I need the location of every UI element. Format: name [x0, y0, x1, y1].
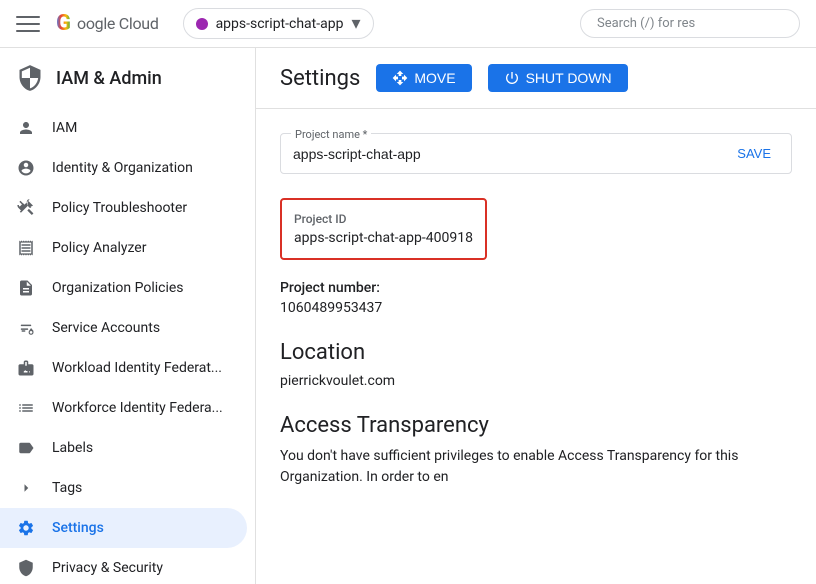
project-id-box: Project ID apps-script-chat-app-400918: [280, 198, 487, 260]
sidebar-item-label: Policy Analyzer: [52, 240, 146, 256]
receipt-icon: [16, 238, 36, 258]
iam-admin-icon: [16, 64, 44, 92]
sidebar-nav: IAM Identity & Organization Policy Troub…: [0, 100, 255, 584]
sidebar-item-tags[interactable]: Tags: [0, 468, 247, 508]
search-placeholder: Search (/) for res: [597, 16, 695, 31]
project-id-value: apps-script-chat-app-400918: [294, 230, 473, 246]
sidebar-item-policy-analyzer[interactable]: Policy Analyzer: [0, 228, 247, 268]
format-list-icon: [16, 398, 36, 418]
content-header: Settings MOVE SHUT DOWN: [256, 48, 816, 109]
location-value: pierrickvoulet.com: [280, 373, 792, 389]
page-title: Settings: [280, 66, 360, 91]
project-id-label: Project ID: [294, 212, 473, 226]
project-number-section: Project number: 1060489953437: [280, 280, 792, 316]
chevron-down-icon: ▾: [351, 13, 360, 34]
account-circle-icon: [16, 158, 36, 178]
project-name-field-group: Project name * SAVE: [280, 133, 792, 174]
arrow-right-icon: [16, 478, 36, 498]
save-label: SAVE: [737, 146, 771, 161]
sidebar-item-label: Privacy & Security: [52, 560, 163, 576]
sidebar-item-label: IAM: [52, 120, 77, 136]
label-icon: [16, 438, 36, 458]
build-icon: [16, 198, 36, 218]
sidebar-item-labels[interactable]: Labels: [0, 428, 247, 468]
sidebar-item-org-policies[interactable]: Organization Policies: [0, 268, 247, 308]
sidebar-title: IAM & Admin: [56, 68, 162, 89]
project-name-label: apps-script-chat-app: [216, 16, 344, 32]
person-icon: [16, 118, 36, 138]
sidebar-item-label: Service Accounts: [52, 320, 160, 336]
description-icon: [16, 278, 36, 298]
sidebar-item-label: Workload Identity Federat...: [52, 360, 222, 376]
move-icon: [392, 70, 408, 86]
project-dot-icon: [196, 18, 208, 30]
sidebar-item-label: Settings: [52, 520, 104, 536]
project-number-label: Project number:: [280, 280, 792, 296]
move-label: MOVE: [414, 70, 455, 86]
sidebar-item-identity-org[interactable]: Identity & Organization: [0, 148, 247, 188]
move-button[interactable]: MOVE: [376, 64, 471, 92]
project-name-field-label: Project name *: [295, 128, 367, 141]
sidebar-item-privacy-security[interactable]: Privacy & Security: [0, 548, 247, 584]
save-button[interactable]: SAVE: [729, 142, 779, 165]
access-transparency-description: You don't have sufficient privileges to …: [280, 446, 792, 488]
sidebar-header: IAM & Admin: [0, 48, 255, 100]
project-name-input[interactable]: [293, 146, 729, 162]
shutdown-button[interactable]: SHUT DOWN: [488, 64, 628, 92]
access-transparency-section: Access Transparency You don't have suffi…: [280, 413, 792, 488]
settings-icon: [16, 518, 36, 538]
search-box[interactable]: Search (/) for res: [580, 9, 800, 38]
privacy-shield-icon: [16, 558, 36, 578]
sidebar-item-workforce-identity[interactable]: Workforce Identity Federa...: [0, 388, 247, 428]
sidebar-item-label: Policy Troubleshooter: [52, 200, 187, 216]
sidebar-item-workload-identity[interactable]: Workload Identity Federat...: [0, 348, 247, 388]
manage-accounts-icon: [16, 318, 36, 338]
shutdown-label: SHUT DOWN: [526, 70, 612, 86]
sidebar-item-policy-troubleshooter[interactable]: Policy Troubleshooter: [0, 188, 247, 228]
location-title: Location: [280, 340, 792, 365]
google-cloud-text: oogle Cloud: [77, 14, 159, 33]
sidebar: IAM & Admin IAM Identity & Organization …: [0, 48, 256, 584]
sidebar-item-label: Organization Policies: [52, 280, 184, 296]
content-area: Settings MOVE SHUT DOWN Project name *: [256, 48, 816, 584]
sidebar-item-iam[interactable]: IAM: [0, 108, 247, 148]
content-body: Project name * SAVE Project ID apps-scri…: [256, 109, 816, 512]
location-section: Location pierrickvoulet.com: [280, 340, 792, 389]
google-g-logo: G: [56, 11, 71, 36]
hamburger-menu[interactable]: [16, 12, 40, 36]
sidebar-item-label: Workforce Identity Federa...: [52, 400, 223, 416]
badge-icon: [16, 358, 36, 378]
project-selector[interactable]: apps-script-chat-app ▾: [183, 8, 374, 39]
topbar: G oogle Cloud apps-script-chat-app ▾ Sea…: [0, 0, 816, 48]
sidebar-item-settings[interactable]: Settings: [0, 508, 247, 548]
main-layout: IAM & Admin IAM Identity & Organization …: [0, 48, 816, 584]
sidebar-item-service-accounts[interactable]: Service Accounts: [0, 308, 247, 348]
shutdown-icon: [504, 70, 520, 86]
sidebar-item-label: Tags: [52, 480, 82, 496]
google-cloud-logo[interactable]: G oogle Cloud: [56, 11, 159, 36]
access-transparency-title: Access Transparency: [280, 413, 792, 438]
sidebar-item-label: Labels: [52, 440, 93, 456]
project-number-value: 1060489953437: [280, 300, 792, 316]
sidebar-item-label: Identity & Organization: [52, 160, 193, 176]
